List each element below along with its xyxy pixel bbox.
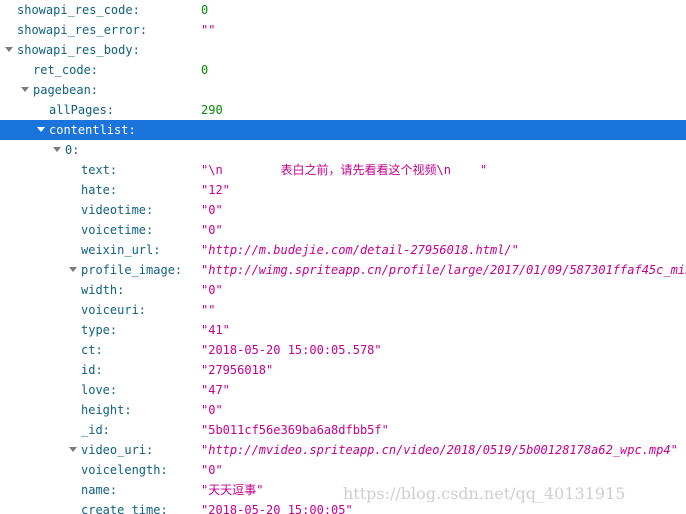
json-value: "27956018"	[201, 363, 274, 377]
json-key: id:	[81, 363, 103, 377]
json-row-height[interactable]: height: "0"	[0, 400, 686, 420]
json-key: voiceuri:	[81, 303, 147, 317]
json-row-contentlist[interactable]: contentlist:	[0, 120, 686, 140]
json-row-voiceuri[interactable]: voiceuri: ""	[0, 300, 686, 320]
json-value: 0	[201, 3, 209, 17]
json-row-width[interactable]: width: "0"	[0, 280, 686, 300]
expand-toggle-icon[interactable]	[36, 120, 46, 140]
json-row-underscore-id[interactable]: _id: "5b011cf56e369ba6a8dfbb5f"	[0, 420, 686, 440]
json-row-video-uri[interactable]: video_uri: "http://mvideo.spriteapp.cn/v…	[0, 440, 686, 460]
json-value: "41"	[201, 323, 230, 337]
json-key: showapi_res_body:	[17, 43, 140, 57]
json-row-text[interactable]: text: "\n 表白之前，请先看看这个视频\n "	[0, 160, 686, 180]
json-row-hate[interactable]: hate: "12"	[0, 180, 686, 200]
json-value: "47"	[201, 383, 230, 397]
json-row-voicelength[interactable]: voicelength: "0"	[0, 460, 686, 480]
json-value: "2018-05-20 15:00:05.578"	[201, 343, 382, 357]
json-key: ret_code:	[33, 63, 99, 77]
json-value: 0	[201, 63, 209, 77]
json-row-showapi-res-code[interactable]: showapi_res_code: 0	[0, 0, 686, 20]
json-value: 290	[201, 103, 223, 117]
json-key: love:	[81, 383, 118, 397]
json-value: "2018-05-20 15:00:05"	[201, 503, 353, 514]
json-link-value[interactable]: "http://wimg.spriteapp.cn/profile/large/…	[201, 260, 686, 280]
json-row-profile-image[interactable]: profile_image: "http://wimg.spriteapp.cn…	[0, 260, 686, 280]
expand-toggle-icon[interactable]	[68, 260, 78, 280]
json-key: videotime:	[81, 203, 154, 217]
json-key: voicelength:	[81, 463, 168, 477]
json-key: create_time:	[81, 503, 168, 514]
json-value: "5b011cf56e369ba6a8dfbb5f"	[201, 423, 389, 437]
json-row-love[interactable]: love: "47"	[0, 380, 686, 400]
json-value: "0"	[201, 283, 223, 297]
json-row-ret-code[interactable]: ret_code: 0	[0, 60, 686, 80]
json-key: text:	[81, 163, 118, 177]
json-key: profile_image:	[81, 263, 183, 277]
expand-toggle-icon[interactable]	[52, 140, 62, 160]
json-tree-view: showapi_res_code: 0 showapi_res_error: "…	[0, 0, 686, 514]
expand-toggle-icon[interactable]	[68, 440, 78, 460]
json-value: "0"	[201, 463, 223, 477]
expand-toggle-icon[interactable]	[20, 80, 30, 100]
json-key: contentlist:	[49, 123, 136, 137]
json-value: "天天逗事"	[201, 483, 264, 497]
json-key: width:	[81, 283, 125, 297]
json-link-value[interactable]: "http://mvideo.spriteapp.cn/video/2018/0…	[201, 440, 678, 460]
json-value: ""	[201, 23, 216, 37]
json-value: ""	[201, 303, 216, 317]
json-row-voicetime[interactable]: voicetime: "0"	[0, 220, 686, 240]
json-key: pagebean:	[33, 83, 99, 97]
json-key: weixin_url:	[81, 243, 161, 257]
json-key: voicetime:	[81, 223, 154, 237]
json-row-weixin-url[interactable]: weixin_url: "http://m.budejie.com/detail…	[0, 240, 686, 260]
json-value: "0"	[201, 223, 223, 237]
json-row-item-0[interactable]: 0:	[0, 140, 686, 160]
json-row-id[interactable]: id: "27956018"	[0, 360, 686, 380]
json-key: showapi_res_error:	[17, 23, 148, 37]
json-value: "0"	[201, 203, 223, 217]
json-row-videotime[interactable]: videotime: "0"	[0, 200, 686, 220]
json-row-ct[interactable]: ct: "2018-05-20 15:00:05.578"	[0, 340, 686, 360]
json-row-pagebean[interactable]: pagebean:	[0, 80, 686, 100]
json-key: allPages:	[49, 103, 115, 117]
json-value: "0"	[201, 403, 223, 417]
json-key: _id:	[81, 423, 110, 437]
watermark: https://blog.csdn.net/qq_40131915	[343, 484, 626, 503]
json-key: showapi_res_code:	[17, 3, 140, 17]
expand-toggle-icon[interactable]	[4, 40, 14, 60]
json-key: 0:	[65, 143, 80, 157]
json-key: name:	[81, 483, 118, 497]
json-value: "12"	[201, 183, 230, 197]
json-key: ct:	[81, 343, 103, 357]
json-value: "\n 表白之前，请先看看这个视频\n "	[201, 163, 488, 177]
json-key: video_uri:	[81, 443, 154, 457]
json-row-showapi-res-body[interactable]: showapi_res_body:	[0, 40, 686, 60]
json-row-type[interactable]: type: "41"	[0, 320, 686, 340]
json-key: type:	[81, 323, 118, 337]
json-row-allpages[interactable]: allPages: 290	[0, 100, 686, 120]
json-row-showapi-res-error[interactable]: showapi_res_error: ""	[0, 20, 686, 40]
json-key: hate:	[81, 183, 118, 197]
json-key: height:	[81, 403, 132, 417]
json-link-value[interactable]: "http://m.budejie.com/detail-27956018.ht…	[201, 240, 519, 260]
